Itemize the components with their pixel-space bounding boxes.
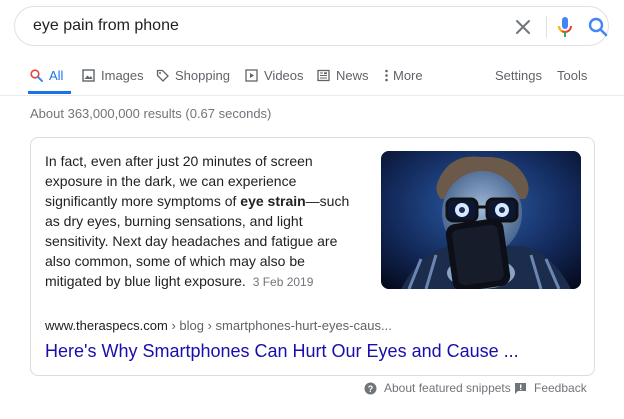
tab-videos[interactable]: Videos bbox=[245, 68, 304, 83]
tabs-divider bbox=[0, 95, 624, 96]
source-domain: www.theraspecs.com bbox=[45, 318, 168, 333]
search-tabs: All Images Shopping Videos News More Set… bbox=[0, 60, 624, 96]
snippet-date: 3 Feb 2019 bbox=[252, 275, 314, 289]
tab-label: More bbox=[393, 68, 423, 83]
newspaper-icon bbox=[317, 69, 330, 82]
play-icon bbox=[245, 69, 258, 82]
tools-label: Tools bbox=[557, 68, 588, 83]
person-looking-at-phone-image bbox=[381, 151, 581, 289]
help-icon: ? bbox=[364, 382, 377, 394]
tab-label: News bbox=[336, 68, 369, 83]
about-label: About featured snippets bbox=[384, 381, 511, 395]
settings-label: Settings bbox=[495, 68, 542, 83]
search-icon[interactable] bbox=[588, 17, 608, 37]
tag-icon bbox=[156, 69, 169, 82]
feedback-label: Feedback bbox=[534, 381, 587, 395]
more-vertical-icon bbox=[385, 69, 388, 82]
snippet-highlight: eye strain bbox=[240, 193, 306, 209]
snippet-footer: ? About featured snippets Feedback bbox=[0, 378, 624, 398]
search-bar-divider bbox=[546, 16, 547, 38]
settings-link[interactable]: Settings bbox=[495, 68, 542, 83]
featured-snippet: In fact, even after just 20 minutes of s… bbox=[30, 137, 595, 376]
snippet-image[interactable] bbox=[381, 151, 581, 289]
tab-label: All bbox=[49, 68, 64, 83]
result-title-link[interactable]: Here's Why Smartphones Can Hurt Our Eyes… bbox=[45, 341, 519, 362]
tools-link[interactable]: Tools bbox=[557, 68, 587, 83]
source-path: › blog › smartphones-hurt-eyes-caus... bbox=[167, 318, 392, 333]
active-tab-indicator bbox=[28, 91, 71, 94]
tab-shopping[interactable]: Shopping bbox=[156, 68, 230, 83]
feedback-icon bbox=[515, 382, 526, 394]
snippet-text: In fact, even after just 20 minutes of s… bbox=[45, 151, 363, 292]
tab-label: Shopping bbox=[175, 68, 230, 83]
feedback-link[interactable]: Feedback bbox=[514, 381, 587, 395]
search-input[interactable]: eye pain from phone bbox=[33, 17, 179, 35]
tab-more[interactable]: More bbox=[384, 68, 423, 83]
source-url[interactable]: www.theraspecs.com › blog › smartphones-… bbox=[45, 318, 392, 333]
result-stats: About 363,000,000 results (0.67 seconds) bbox=[30, 106, 272, 121]
svg-text:?: ? bbox=[368, 384, 374, 394]
about-featured-snippets-link[interactable]: ? About featured snippets bbox=[364, 381, 511, 395]
tab-news[interactable]: News bbox=[317, 68, 369, 83]
image-icon bbox=[82, 69, 95, 82]
tab-label: Videos bbox=[264, 68, 304, 83]
tab-all[interactable]: All bbox=[30, 68, 63, 83]
tab-label: Images bbox=[101, 68, 144, 83]
close-icon[interactable] bbox=[514, 18, 532, 36]
search-bar[interactable]: eye pain from phone bbox=[14, 6, 609, 46]
microphone-icon[interactable] bbox=[556, 16, 574, 38]
search-icon bbox=[30, 69, 43, 82]
tab-images[interactable]: Images bbox=[82, 68, 144, 83]
